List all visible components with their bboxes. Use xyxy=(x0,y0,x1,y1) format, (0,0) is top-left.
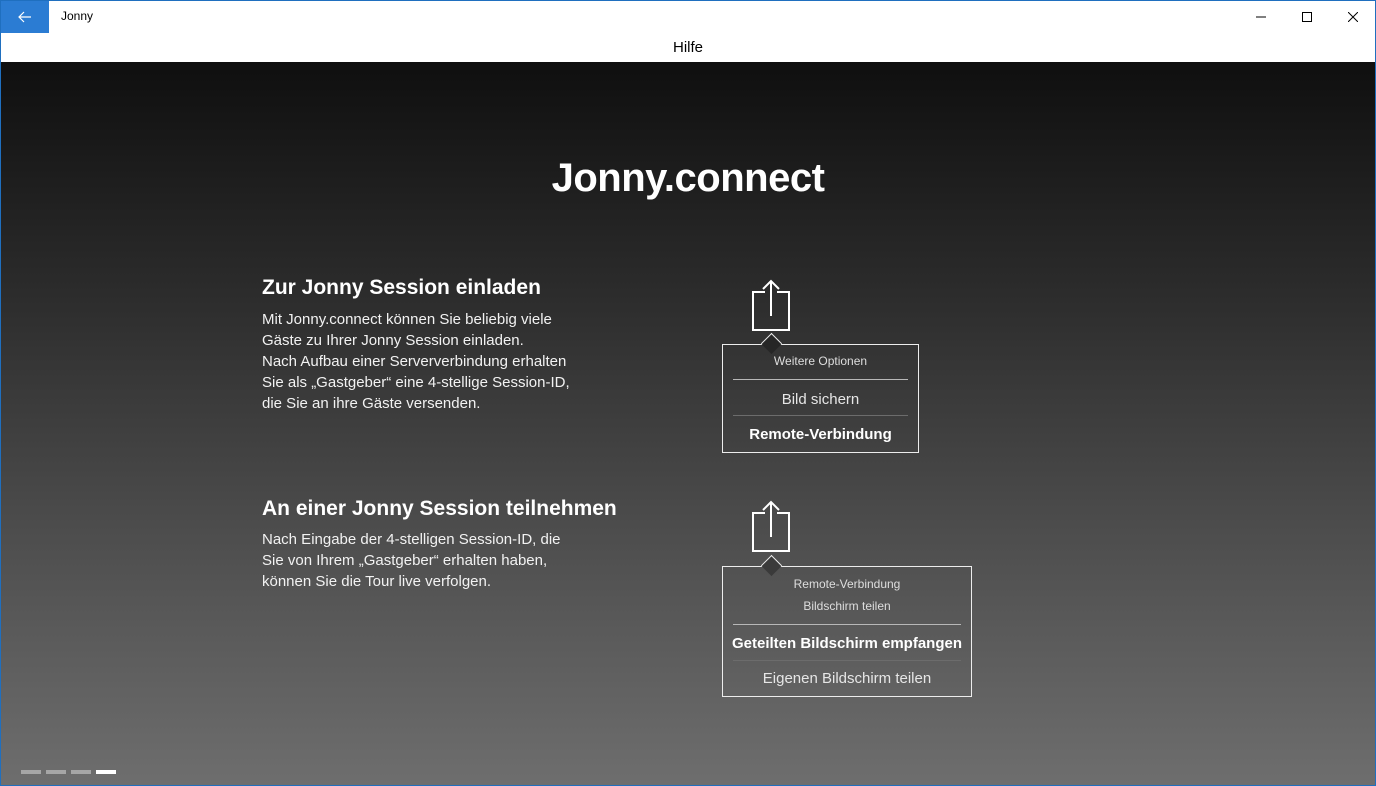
text-line: Nach Aufbau einer Serververbindung erhal… xyxy=(262,353,567,370)
text-line: Gäste zu Ihrer Jonny Session einladen. xyxy=(262,332,524,349)
app-title: Jonny xyxy=(61,9,94,23)
section-join-text: Nach Eingabe der 4-stelligen Session-ID,… xyxy=(262,529,561,592)
page-title: Hilfe xyxy=(672,39,703,56)
help-page: Jonny.connect Zur Jonny Session einladen… xyxy=(1,62,1375,785)
pager-dot-3[interactable] xyxy=(71,770,91,774)
maximize-button[interactable] xyxy=(1284,1,1330,33)
app-window: Jonny Hilfe Jonny.connect Zur Jonny Sess… xyxy=(0,0,1376,786)
menu-caret xyxy=(760,554,783,577)
text-line: Nach Eingabe der 4-stelligen Session-ID,… xyxy=(262,531,561,548)
pager-dot-1[interactable] xyxy=(21,770,41,774)
menu-header: Weitere Optionen xyxy=(773,354,868,368)
close-button[interactable] xyxy=(1330,1,1375,33)
section-invite-title: Zur Jonny Session einladen xyxy=(262,276,541,299)
section-join-title: An einer Jonny Session teilnehmen xyxy=(262,497,617,520)
menu-header-line: Bildschirm teilen xyxy=(803,599,891,613)
menu-item-save-image: Bild sichern xyxy=(781,391,860,408)
pager-dot-4-active[interactable] xyxy=(96,770,116,774)
text-line: können Sie die Tour live verfolgen. xyxy=(262,573,492,590)
text-line: Sie als „Gastgeber“ eine 4-stellige Sess… xyxy=(262,374,570,391)
maximize-icon xyxy=(1302,12,1312,22)
close-icon xyxy=(1348,12,1358,22)
back-arrow-icon xyxy=(18,11,31,23)
menu-item-remote-connection: Remote-Verbindung xyxy=(749,426,892,443)
menu-separator xyxy=(733,624,961,625)
text-line: Sie von Ihrem „Gastgeber“ erhalten haben… xyxy=(262,552,548,569)
remote-menu-example: Remote-Verbindung Bildschirm teilen Gete… xyxy=(722,554,972,697)
main-title: Jonny.connect xyxy=(551,156,825,200)
menu-caret xyxy=(760,332,783,355)
menu-item-share-own-screen: Eigenen Bildschirm teilen xyxy=(762,670,932,687)
page-header: Hilfe xyxy=(1,33,1375,62)
menu-separator xyxy=(733,415,908,416)
text-line: Mit Jonny.connect können Sie beliebig vi… xyxy=(262,311,552,328)
minimize-icon xyxy=(1256,16,1266,18)
minimize-button[interactable] xyxy=(1238,1,1284,33)
pager-dot-2[interactable] xyxy=(46,770,66,774)
text-line: die Sie an ihre Gäste versenden. xyxy=(262,395,481,412)
options-menu-example: Weitere Optionen Bild sichern Remote-Ver… xyxy=(722,332,919,453)
share-icon xyxy=(752,500,790,552)
menu-header-line: Remote-Verbindung xyxy=(793,577,901,591)
section-invite-text: Mit Jonny.connect können Sie beliebig vi… xyxy=(262,309,570,414)
menu-separator xyxy=(733,379,908,380)
menu-item-receive-screen: Geteilten Bildschirm empfangen xyxy=(731,635,963,652)
title-bar: Jonny xyxy=(1,1,1375,33)
back-button[interactable] xyxy=(1,1,49,33)
menu-separator xyxy=(733,660,961,661)
share-icon xyxy=(752,279,790,331)
